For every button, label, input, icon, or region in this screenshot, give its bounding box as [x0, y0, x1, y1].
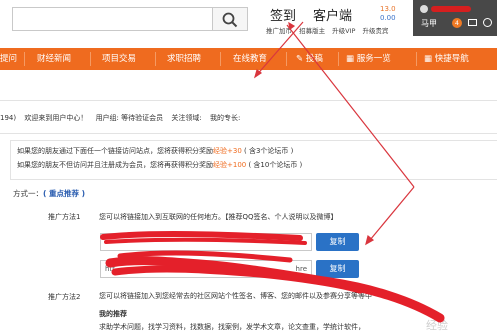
- method-one-label: 方式一：: [13, 189, 43, 198]
- reward-visit-text: 如果您的朋友通过下面任一个链接访问站点，您将获得积分奖励: [17, 147, 213, 155]
- nav-divider: [286, 52, 287, 66]
- sign-in-link[interactable]: 签到: [270, 5, 296, 24]
- user-avatar-icon[interactable]: [420, 5, 428, 13]
- divider: [0, 100, 497, 101]
- welcome-text: 欢迎来到用户中心！: [24, 114, 88, 122]
- upgrade-guest-link[interactable]: 升级贵宾: [363, 27, 389, 35]
- promo-method-2-desc: 您可以将链接加入到您经常去的社区网站个性签名、博客、您的邮件以及参赛分享等等中: [99, 292, 372, 300]
- nav-item-quick-nav-label: 快捷导航: [434, 54, 469, 64]
- promo-method-1-desc: 您可以将链接加入到互联网的任何地方。【推荐QQ签名、个人说明以及微博】: [99, 213, 338, 221]
- nav-item-ask[interactable]: 提问: [0, 48, 17, 70]
- divider: [0, 133, 497, 134]
- search-input[interactable]: [12, 7, 212, 31]
- promo-method-1-label: 推广方法1: [48, 213, 81, 221]
- cash-balance: 0.00: [380, 14, 396, 22]
- logout-icon[interactable]: [483, 18, 492, 27]
- my-recommend-desc: 求助学术问题，找学习资料，找数据，找案例，发学术文章，论文查重，学统计软件，: [99, 323, 365, 331]
- promo-method-2-label: 推广方法2: [48, 293, 81, 301]
- nav-item-submit[interactable]: ✎ 投稿: [296, 48, 323, 70]
- promote-link[interactable]: 推广加币: [266, 27, 292, 35]
- main-nav: 提问 财经新闻 项目交易 求职招聘 在线教育 ✎ 投稿 ▦ 服务一览 ▦ 快捷导…: [0, 48, 497, 70]
- copy-button-1[interactable]: 复制: [316, 233, 359, 251]
- reward-line-visit: 如果您的朋友通过下面任一个链接访问站点，您将获得积分奖励经验+30 ( 含3个论…: [17, 146, 293, 156]
- grid-icon: ▦: [424, 54, 435, 64]
- upgrade-vip-link[interactable]: 升级VIP: [332, 27, 355, 35]
- client-link[interactable]: 客户端: [313, 5, 352, 24]
- pencil-icon: ✎: [296, 54, 306, 64]
- specialty-field: 我的专长:: [209, 114, 241, 122]
- nav-divider: [24, 52, 25, 66]
- reward-visit-points: 经验+30: [213, 147, 242, 155]
- nav-item-jobs[interactable]: 求职招聘: [167, 48, 201, 70]
- nav-divider: [220, 52, 221, 66]
- nav-item-services-label: 服务一览: [356, 54, 391, 64]
- reward-register-points: 经验+100: [213, 161, 247, 169]
- grid-icon: ▦: [346, 54, 357, 64]
- message-count-badge[interactable]: 4: [452, 18, 462, 28]
- nav-item-submit-label: 投稿: [305, 54, 323, 64]
- nav-divider: [90, 52, 91, 66]
- reward-register-text: 如果您的朋友不但访问并且注册成为会员，您将再获得积分奖励: [17, 161, 213, 169]
- user-id-suffix: 194): [0, 114, 17, 122]
- promo-link-field-2-suffix: hre: [295, 265, 307, 273]
- header-links: 推广加币 招募版主 升级VIP 升级贵宾: [266, 25, 394, 35]
- coin-balance: 13.0: [380, 5, 396, 13]
- reward-line-register: 如果您的朋友不但访问并且注册成为会员，您将再获得积分奖励经验+100 ( 含10…: [17, 160, 302, 170]
- top-header: 签到 客户端 13.0 0.00 推广加币 招募版主 升级VIP 升级贵宾 马甲…: [0, 0, 497, 43]
- search-icon: [222, 12, 238, 28]
- recruit-moderator-link[interactable]: 招募版主: [299, 27, 325, 35]
- method-one-heading: 方式一：( 重点推荐 ): [13, 188, 85, 199]
- my-recommend-title: 我的推荐: [99, 310, 127, 318]
- nav-item-finance-news[interactable]: 财经新闻: [37, 48, 71, 70]
- search-button[interactable]: [212, 7, 248, 31]
- watermark: 经验: [426, 319, 448, 332]
- user-name[interactable]: 马甲: [421, 18, 437, 29]
- user-group: 用户组: 等待验证会员: [95, 114, 164, 122]
- redacted-username: [431, 6, 471, 12]
- mail-icon[interactable]: [468, 19, 477, 26]
- reward-register-coins: ( 含10个论坛币 ): [248, 161, 303, 169]
- nav-item-online-education[interactable]: 在线教育: [233, 48, 267, 70]
- user-panel: 马甲 4: [413, 0, 497, 36]
- method-one-tag: ( 重点推荐 ): [43, 189, 86, 198]
- copy-button-2[interactable]: 复制: [316, 260, 359, 278]
- reward-visit-coins: ( 含3个论坛币 ): [244, 147, 294, 155]
- promo-link-field-2-prefix: htt: [105, 265, 115, 273]
- nav-divider: [155, 52, 156, 66]
- nav-divider: [338, 52, 339, 66]
- nav-divider: [416, 52, 417, 66]
- user-info-row: 194) 欢迎来到用户中心！ 用户组: 等待验证会员 关注领域: 我的专长:: [0, 113, 246, 123]
- focus-field: 关注领域:: [171, 114, 202, 122]
- nav-item-quick-nav[interactable]: ▦ 快捷导航: [424, 48, 469, 70]
- nav-item-services[interactable]: ▦ 服务一览: [346, 48, 391, 70]
- promo-link-field-2[interactable]: htt hre: [100, 260, 312, 278]
- nav-item-project-deals[interactable]: 项目交易: [102, 48, 136, 70]
- promo-link-field-1[interactable]: [100, 233, 312, 251]
